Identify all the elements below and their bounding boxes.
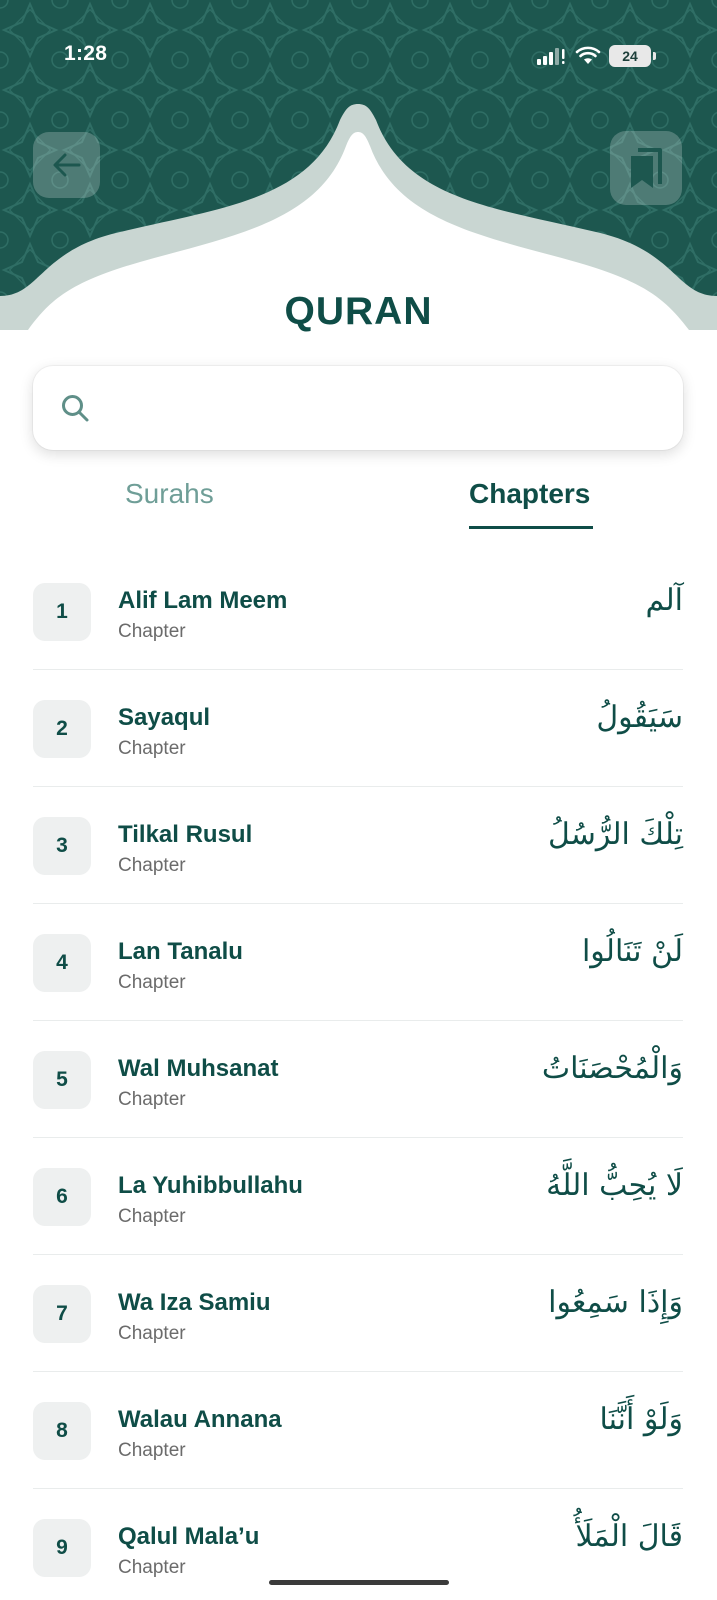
chapter-subtitle: Chapter: [118, 1557, 186, 1578]
chapter-arabic-name: لَنْ تَنَالُوا: [581, 934, 683, 969]
search-icon: [62, 395, 89, 422]
chapter-name: Wal Muhsanat: [118, 1055, 279, 1082]
chapter-subtitle: Chapter: [118, 1323, 186, 1344]
search-input[interactable]: [106, 366, 683, 450]
status-icons: 24: [537, 45, 656, 67]
chapter-row[interactable]: 6 La Yuhibbullahu Chapter لَا يُحِبُّ ال…: [33, 1138, 683, 1255]
chapter-subtitle: Chapter: [118, 1440, 186, 1461]
status-time: 1:28: [64, 42, 108, 65]
chapter-subtitle: Chapter: [118, 1206, 186, 1227]
chapter-arabic-name: وَالْمُحْصَنَاتُ: [541, 1051, 683, 1086]
chapter-row[interactable]: 2 Sayaqul Chapter سَيَقُولُ: [33, 670, 683, 787]
chapter-name: Alif Lam Meem: [118, 587, 288, 614]
chapter-name: Lan Tanalu: [118, 938, 243, 965]
chapter-number-badge: 1: [33, 583, 91, 641]
chapter-number-badge: 9: [33, 1519, 91, 1577]
chapter-arabic-name: سَيَقُولُ: [596, 700, 683, 735]
active-tab-indicator: [469, 526, 593, 529]
chapter-subtitle: Chapter: [118, 972, 186, 993]
page-title: QURAN: [284, 290, 433, 333]
bookmark-icon: [631, 148, 662, 188]
tab-surahs[interactable]: Surahs: [125, 478, 214, 532]
back-button[interactable]: [33, 132, 100, 198]
chapter-arabic-name: لَا يُحِبُّ اللَّهُ: [546, 1168, 683, 1203]
chapter-number-badge: 7: [33, 1285, 91, 1343]
chapter-arabic-name: وَإِذَا سَمِعُوا: [548, 1285, 683, 1320]
search-bar[interactable]: [33, 366, 683, 450]
chapter-subtitle: Chapter: [118, 855, 186, 876]
chapter-arabic-name: تِلْكَ الرُّسُلُ: [548, 817, 683, 852]
chapter-arabic-name: قَالَ الْمَلَأُ: [575, 1519, 683, 1554]
chapter-number-badge: 6: [33, 1168, 91, 1226]
chapter-arabic-name: آلم: [645, 583, 683, 618]
arrow-left-icon: [53, 153, 80, 177]
chapter-row[interactable]: 4 Lan Tanalu Chapter لَنْ تَنَالُوا: [33, 904, 683, 1021]
chapter-row[interactable]: 1 Alif Lam Meem Chapter آلم: [33, 553, 683, 670]
chapter-number-badge: 2: [33, 700, 91, 758]
chapter-row[interactable]: 8 Walau Annana Chapter وَلَوْ أَنَّنَا: [33, 1372, 683, 1489]
chapter-subtitle: Chapter: [118, 738, 186, 759]
home-indicator[interactable]: [269, 1580, 449, 1585]
chapter-row[interactable]: 3 Tilkal Rusul Chapter تِلْكَ الرُّسُلُ: [33, 787, 683, 904]
chapter-subtitle: Chapter: [118, 1089, 186, 1110]
chapter-number-badge: 3: [33, 817, 91, 875]
chapter-list: 1 Alif Lam Meem Chapter آلم 2 Sayaqul Ch…: [33, 553, 683, 1600]
chapter-name: Wa Iza Samiu: [118, 1289, 271, 1316]
battery-indicator: 24: [609, 45, 656, 67]
chapter-subtitle: Chapter: [118, 621, 186, 642]
chapter-name: Tilkal Rusul: [118, 821, 253, 848]
chapter-name: Qalul Mala’u: [118, 1523, 260, 1550]
chapter-row[interactable]: 5 Wal Muhsanat Chapter وَالْمُحْصَنَاتُ: [33, 1021, 683, 1138]
tab-chapters[interactable]: Chapters: [469, 478, 590, 532]
chapter-row[interactable]: 7 Wa Iza Samiu Chapter وَإِذَا سَمِعُوا: [33, 1255, 683, 1372]
chapter-name: Sayaqul: [118, 704, 211, 731]
wifi-icon: [575, 46, 601, 64]
chapter-number-badge: 8: [33, 1402, 91, 1460]
chapter-number-badge: 5: [33, 1051, 91, 1109]
chapter-number-badge: 4: [33, 934, 91, 992]
signal-icon: [537, 48, 565, 65]
chapter-arabic-name: وَلَوْ أَنَّنَا: [599, 1402, 683, 1437]
bookmarks-button[interactable]: [610, 131, 682, 205]
chapter-name: Walau Annana: [118, 1406, 282, 1433]
status-bar: 1:28 24: [0, 0, 717, 80]
chapter-name: La Yuhibbullahu: [118, 1172, 303, 1199]
tab-bar: Surahs Chapters: [0, 478, 717, 532]
